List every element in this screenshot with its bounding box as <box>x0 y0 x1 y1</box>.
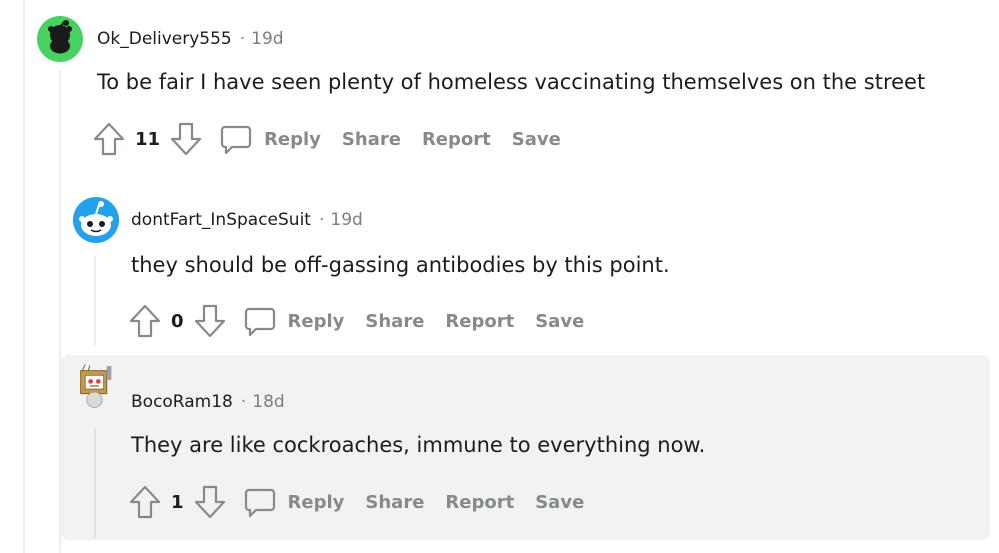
share-button[interactable]: Share <box>342 129 401 150</box>
upvote-icon[interactable] <box>129 485 161 519</box>
user-avatar[interactable] <box>73 197 119 243</box>
share-button[interactable]: Share <box>365 492 424 513</box>
separator-dot: · <box>240 392 247 412</box>
downvote-icon[interactable] <box>194 485 226 519</box>
upvote-icon[interactable] <box>93 122 125 156</box>
comment-text: they should be off-gassing antibodies by… <box>131 253 670 277</box>
thread-line-level2[interactable] <box>94 256 96 346</box>
snoo-avatar-icon <box>73 197 119 243</box>
timestamp[interactable]: 18d <box>252 392 284 412</box>
comment-text: To be fair I have seen plenty of homeles… <box>97 70 926 94</box>
separator-dot: · <box>239 29 246 49</box>
reply-button[interactable]: Reply <box>264 129 321 150</box>
vote-count: 1 <box>171 491 184 513</box>
comment-bubble-icon[interactable] <box>244 486 276 518</box>
upvote-icon[interactable] <box>129 304 161 338</box>
report-button[interactable]: Report <box>445 492 514 513</box>
vote-count: 11 <box>135 128 161 150</box>
comment-bubble-icon[interactable] <box>244 305 276 337</box>
user-avatar[interactable] <box>37 16 83 62</box>
timestamp[interactable]: 19d <box>251 29 283 49</box>
box-robot-avatar-icon <box>80 364 112 408</box>
username[interactable]: dontFart_InSpaceSuit <box>131 210 311 230</box>
downvote-icon[interactable] <box>170 122 202 156</box>
share-button[interactable]: Share <box>365 311 424 332</box>
user-avatar[interactable] <box>73 363 121 423</box>
save-button[interactable]: Save <box>512 129 561 150</box>
snoo-avatar-icon <box>37 16 83 62</box>
separator-dot: · <box>318 210 325 230</box>
reply-button[interactable]: Reply <box>288 311 345 332</box>
downvote-icon[interactable] <box>194 304 226 338</box>
timestamp[interactable]: 19d <box>330 210 362 230</box>
save-button[interactable]: Save <box>535 492 584 513</box>
report-button[interactable]: Report <box>445 311 514 332</box>
thread-line-level2-highlight[interactable] <box>94 428 96 538</box>
username[interactable]: BocoRam18 <box>131 392 233 412</box>
reply-button[interactable]: Reply <box>288 492 345 513</box>
vote-count: 0 <box>171 310 184 332</box>
username[interactable]: Ok_Delivery555 <box>97 29 232 49</box>
report-button[interactable]: Report <box>422 129 491 150</box>
save-button[interactable]: Save <box>535 311 584 332</box>
comment-bubble-icon[interactable] <box>220 123 252 155</box>
thread-line-root[interactable] <box>23 0 25 553</box>
comment-text: They are like cockroaches, immune to eve… <box>131 433 706 457</box>
